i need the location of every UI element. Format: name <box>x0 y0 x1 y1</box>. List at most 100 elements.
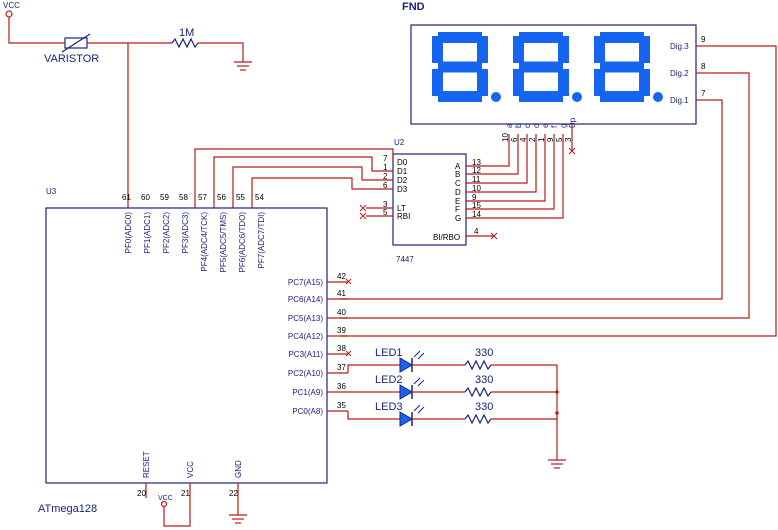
segment-name-b: b <box>514 123 523 128</box>
fnd-dig1-label: Dig.1 <box>670 96 689 105</box>
segment <box>558 69 569 96</box>
segment <box>513 69 524 96</box>
mcu-right-pin-name: PC7(A15) <box>288 278 323 287</box>
mcu-top-pin-number: 58 <box>179 193 188 202</box>
decoder-input-name: D0 <box>397 158 408 167</box>
segment <box>438 91 482 102</box>
mcu-top-pin-name: PF6(ADC6/TDO) <box>238 212 247 273</box>
segment <box>639 36 650 63</box>
mcu-bottom-pin-name: VCC <box>186 461 195 478</box>
mcu-right-pin-name: PC5(A13) <box>288 314 323 323</box>
varistor-label: VARISTOR <box>44 53 99 65</box>
mcu-top-pin-name: PF3(ADC3) <box>181 212 190 254</box>
segment <box>519 61 563 73</box>
fnd-pin-dig2: 8 <box>701 62 706 71</box>
mcu-right-pin-name: PC6(A14) <box>288 295 323 304</box>
decoder-input-name: D1 <box>397 167 408 176</box>
mcu-right-pin-number: 41 <box>337 289 346 298</box>
mcu-bottom-pin-name: RESET <box>142 451 151 478</box>
mcu-right-pin-number: 36 <box>337 382 346 391</box>
mcu-right-pin-number: 42 <box>337 272 346 281</box>
led-label: LED3 <box>375 401 403 413</box>
mcu-top-pin-number: 61 <box>122 193 131 202</box>
schematic-canvas: { "power": { "vcc_top": "VCC", "vcc_bott… <box>0 0 778 530</box>
mcu-top-pin-number: 59 <box>160 193 169 202</box>
led-2: LED2 330 <box>348 374 557 400</box>
mcu-right-pin-name: PC1(A9) <box>292 388 323 397</box>
decoder-input-pin: 7 <box>383 154 388 163</box>
fnd-pin-dig3: 9 <box>701 35 706 44</box>
decoder-output-name: B <box>455 170 460 179</box>
mcu-right-pin-number: 40 <box>337 308 346 317</box>
decoder-part: 7447 <box>396 255 414 264</box>
mcu-top-pin-name: PF1(ADC1) <box>143 212 152 254</box>
mcu-top-pin-number: 60 <box>141 193 150 202</box>
led-diode-icon <box>399 384 413 400</box>
ground-bottom-icon <box>229 514 247 524</box>
decoder-output-name: C <box>455 179 461 188</box>
mcu-top-pin-name: PF2(ADC2) <box>162 212 171 254</box>
led-diode-icon <box>399 411 413 427</box>
segment-name-g: g <box>559 124 568 128</box>
led-resistor-value: 330 <box>475 401 493 413</box>
segment <box>477 36 488 63</box>
mcu-right-pin-number: 35 <box>337 401 346 410</box>
mcu-right-pin-name: PC3(A11) <box>288 350 323 359</box>
mcu-top-pin-name: PF7(ADC7/TDI) <box>257 212 266 269</box>
led-3: LED3 330 <box>347 401 557 427</box>
led-array: LED1 330 LED2 330 LED3 330 <box>347 347 557 427</box>
mcu-right-pin-number: 38 <box>337 344 346 353</box>
mcu-bottom-pin-number: 22 <box>229 489 238 498</box>
segment <box>519 91 563 102</box>
segment-name-e: e <box>541 123 550 128</box>
led-resistor-value: 330 <box>475 374 493 386</box>
fnd-digits <box>432 32 663 102</box>
segment <box>558 36 569 63</box>
led-resistor <box>464 386 492 398</box>
mcu-bottom-pin-number: 21 <box>181 489 190 498</box>
decoder-input-name: D3 <box>397 185 408 194</box>
mcu-right-pin-name: PC4(A12) <box>288 332 323 341</box>
mcu-right-pin-number: 39 <box>337 326 346 335</box>
fnd-dig3-label: Dig.3 <box>670 42 689 51</box>
segment <box>438 32 482 43</box>
segment <box>432 69 443 96</box>
segment-name-d: d <box>532 124 541 128</box>
resistor-1m-value: 1M <box>179 27 194 39</box>
vcc-bottom-symbol: VCC <box>158 495 173 508</box>
decimal-point <box>572 92 582 102</box>
mcu-right-pin-name: PC0(A8) <box>292 407 323 416</box>
led-resistor-value: 330 <box>475 347 493 359</box>
segment <box>438 61 482 73</box>
led-label: LED2 <box>375 374 403 386</box>
led-resistor <box>464 413 492 425</box>
decoder-control-name: RBI <box>397 212 410 221</box>
segment <box>519 32 563 43</box>
decoder-bi-pin: 4 <box>474 227 479 236</box>
segment <box>594 69 605 96</box>
varistor-symbol <box>61 33 91 53</box>
mcu-top-pin-number: 57 <box>198 193 207 202</box>
decoder-output-name: D <box>455 188 461 197</box>
mcu-part: ATmega128 <box>38 503 97 515</box>
segment <box>600 61 644 73</box>
segment <box>432 36 443 63</box>
schematic-svg: VCC VARISTOR 1M FND Dig.3 Dig.2 Dig.1 9 … <box>3 1 777 527</box>
segment <box>594 36 605 63</box>
decoder-output-name: G <box>455 214 461 223</box>
segment <box>477 69 488 96</box>
led-1: LED1 330 <box>347 347 557 373</box>
led-diode-icon <box>399 357 413 373</box>
segment <box>600 32 644 43</box>
decimal-point <box>653 92 663 102</box>
mcu-bottom-pin-name: GND <box>234 460 243 478</box>
mcu-ref: U3 <box>46 187 57 196</box>
fnd-dig2-label: Dig.2 <box>670 69 689 78</box>
led-label: LED1 <box>375 347 403 359</box>
decoder-bi-name: BI/RBO <box>433 233 460 242</box>
decoder-ref: U2 <box>394 138 405 147</box>
mcu-top-pin-number: 55 <box>236 193 245 202</box>
mcu-right-pin-name: PC2(A10) <box>288 369 323 378</box>
mcu-top-pin-name: PF4(ADC4/TCK) <box>200 212 209 272</box>
fnd-title: FND <box>402 1 425 13</box>
